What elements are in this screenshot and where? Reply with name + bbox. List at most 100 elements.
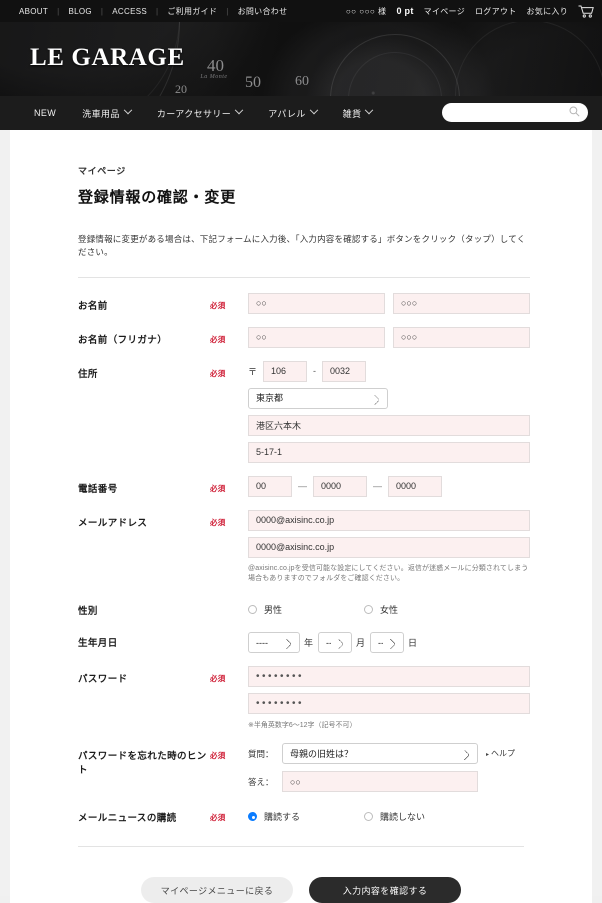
email-confirm-input[interactable] — [248, 536, 530, 558]
search-icon[interactable] — [569, 106, 580, 120]
chevron-down-icon — [234, 105, 244, 115]
field-controls: 〒 - 東京都 — [248, 360, 530, 463]
zip-second-input[interactable] — [322, 360, 367, 382]
zip-dash: - — [313, 366, 317, 376]
password-input[interactable]: •••••••• — [248, 666, 530, 688]
gauge-tick-20: 20 — [175, 82, 187, 96]
utility-link-blog[interactable]: BLOG — [59, 7, 100, 16]
form-row-name-kana: お名前（フリガナ） 必須 — [78, 314, 530, 348]
search-input[interactable] — [450, 106, 569, 119]
hint-question-select[interactable]: 母親の旧姓は？ — [282, 743, 478, 765]
email-confirm-line — [248, 536, 530, 558]
field-controls: 質問： 母親の旧姓は？ ▸ ヘルプ 答え： — [248, 743, 530, 793]
required-badge: 必須 — [210, 300, 226, 310]
prefecture-select[interactable]: 東京都 — [248, 387, 388, 409]
field-label: 住所 — [78, 368, 98, 380]
required-badge: 必須 — [210, 368, 226, 378]
required-badge: 必須 — [210, 517, 226, 527]
utility-link-logout[interactable]: ログアウト — [475, 6, 517, 17]
field-label: メールアドレス — [78, 517, 148, 529]
nav-item-new[interactable]: NEW — [34, 108, 56, 118]
back-to-mypage-button[interactable]: マイページメニューに戻る — [141, 877, 293, 903]
field-controls — [248, 292, 530, 314]
birth-year-select[interactable]: ---- — [248, 632, 300, 654]
gender-option-female[interactable]: 女性 — [364, 603, 480, 616]
cart-icon[interactable] — [578, 5, 594, 18]
field-label: 電話番号 — [78, 483, 118, 495]
nav-item-car-accessories[interactable]: カーアクセサリー — [157, 105, 244, 120]
page-title: 登録情報の確認・変更 — [78, 189, 237, 206]
utility-links: ABOUT | BLOG | ACCESS | ご利用ガイド | お問い合わせ — [10, 6, 296, 17]
nav-item-washing-supplies[interactable]: 洗車用品 — [82, 105, 133, 120]
telephone-dash: — — [373, 481, 382, 491]
birth-month-select[interactable]: -- — [318, 632, 353, 654]
field-label: 性別 — [78, 606, 98, 618]
password-note: ※半角英数字6～12字（記号不可） — [248, 722, 357, 730]
required-badge: 必須 — [210, 483, 226, 493]
utility-link-contact[interactable]: お問い合わせ — [229, 6, 297, 17]
hint-answer-label: 答え： — [248, 776, 274, 787]
city-input[interactable] — [248, 414, 530, 436]
hint-answer-input[interactable] — [282, 771, 478, 793]
confirm-input-button[interactable]: 入力内容を確認する — [309, 877, 461, 903]
telephone-dash: — — [298, 481, 307, 491]
required-badge-wrap: 必須 — [210, 293, 248, 311]
field-label: お名前（フリガナ） — [78, 334, 168, 346]
radio-icon[interactable] — [364, 812, 373, 822]
first-name-kana-input[interactable] — [393, 326, 530, 348]
gender-option-label: 女性 — [380, 605, 399, 616]
newsletter-option-unsubscribe[interactable]: 購読しない — [364, 810, 480, 823]
hint-question-label: 質問： — [248, 748, 274, 759]
chevron-down-icon — [123, 105, 133, 115]
name-kana-input-pair — [248, 326, 530, 348]
site-search[interactable] — [442, 103, 588, 122]
nav-item-apparel[interactable]: アパレル — [268, 105, 318, 120]
help-link[interactable]: ▸ ヘルプ — [486, 748, 515, 759]
radio-icon-selected[interactable] — [248, 812, 257, 822]
nav-item-goods[interactable]: 雑貨 — [342, 105, 374, 120]
utility-link-access[interactable]: ACCESS — [103, 7, 156, 16]
required-badge-wrap: 必須 — [210, 476, 248, 494]
required-badge-wrap: 必須 — [210, 805, 248, 823]
last-name-kana-input[interactable] — [248, 326, 385, 348]
site-logo[interactable]: LE GARAGE — [30, 44, 185, 72]
radio-icon[interactable] — [248, 605, 257, 615]
birth-day-select[interactable]: -- — [370, 632, 405, 654]
telephone-part3-input[interactable] — [388, 475, 442, 497]
telephone-part1-input[interactable] — [248, 475, 292, 497]
required-badge: 必須 — [210, 813, 226, 823]
registration-form: お名前 必須 お名前（フリガナ） 必須 — [78, 280, 530, 824]
required-badge: 必須 — [210, 674, 226, 684]
radio-icon[interactable] — [364, 605, 373, 615]
form-row-name: お名前 必須 — [78, 280, 530, 314]
required-badge-wrap — [210, 598, 248, 604]
page-lead-text: 登録情報に変更がある場合は、下記フォームに入力後、「入力内容を確認する」ボタンを… — [78, 234, 526, 257]
street-input[interactable] — [248, 441, 530, 463]
utility-link-guide[interactable]: ご利用ガイド — [158, 6, 226, 17]
zip-first-input[interactable] — [263, 360, 308, 382]
telephone-part2-input[interactable] — [313, 475, 367, 497]
first-name-input[interactable] — [393, 292, 530, 314]
email-input[interactable] — [248, 509, 530, 531]
birth-year-unit: 年 — [304, 638, 314, 649]
utility-link-mypage[interactable]: マイページ — [424, 6, 465, 17]
required-badge-wrap: 必須 — [210, 327, 248, 345]
utility-link-about[interactable]: ABOUT — [10, 7, 57, 16]
required-badge-wrap: 必須 — [210, 666, 248, 684]
street-line — [248, 441, 530, 463]
password-confirm-input[interactable]: •••••••• — [248, 693, 530, 715]
form-row-password: パスワード 必須 •••••••• •••••••• ※半角英数字6～12字（記… — [78, 653, 530, 730]
telephone-line: — — — [248, 475, 530, 497]
gender-option-male[interactable]: 男性 — [248, 603, 364, 616]
utility-link-favorites[interactable]: お気に入り — [527, 6, 569, 17]
last-name-input[interactable] — [248, 292, 385, 314]
hint-question-line: 質問： 母親の旧姓は？ ▸ ヘルプ — [248, 743, 530, 765]
points-balance: 0 pt — [396, 6, 414, 16]
gauge-tick-60: 60 — [295, 74, 309, 89]
birth-month-unit: 月 — [356, 638, 366, 649]
form-row-email: メールアドレス 必須 @axisinc.co.jpを受信可能な設定にしてください… — [78, 497, 530, 586]
newsletter-option-subscribe[interactable]: 購読する — [248, 810, 364, 823]
utility-account: ○○ ○○○ 様 0 pt マイページ ログアウト お気に入り — [346, 5, 594, 18]
main-content: マイページ 登録情報の確認・変更 登録情報に変更がある場合は、下記フォームに入力… — [10, 130, 592, 903]
nav-item-label: 雑貨 — [342, 108, 362, 119]
